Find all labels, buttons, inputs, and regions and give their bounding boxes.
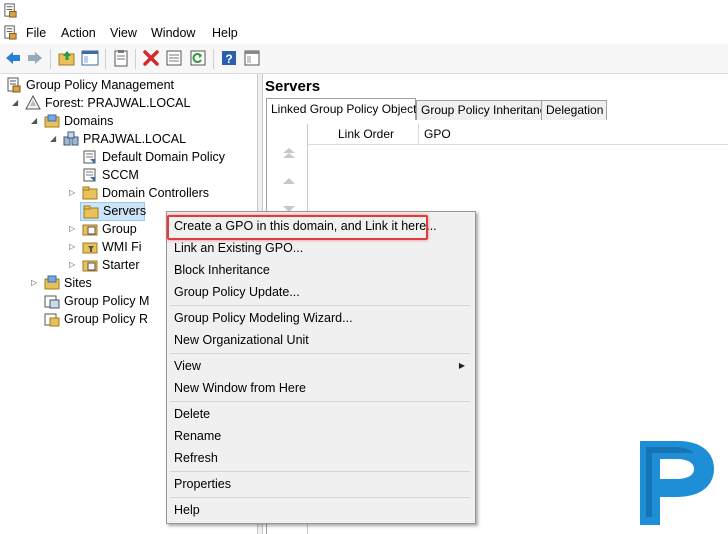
toolbar-separator — [213, 49, 214, 69]
tree-label: Domain Controllers — [102, 186, 209, 200]
collapse-arrow-icon[interactable]: ▷ — [69, 256, 75, 274]
system-menu-icon[interactable] — [3, 25, 18, 40]
menu-item-new-ou[interactable]: New Organizational Unit — [174, 330, 309, 350]
console-icon[interactable] — [243, 49, 261, 67]
toolbar-separator — [105, 49, 106, 69]
menu-bar: File Action View Window Help — [0, 22, 728, 44]
gp-results-icon — [44, 313, 60, 327]
tree-label: Forest: PRAJWAL.LOCAL — [45, 96, 191, 110]
menu-item-delete[interactable]: Delete — [174, 404, 210, 424]
clipboard-icon[interactable] — [112, 49, 130, 67]
gpo-link-icon — [83, 150, 96, 164]
menu-item-link-existing-gpo[interactable]: Link an Existing GPO... — [174, 238, 303, 258]
app-icon — [4, 3, 17, 18]
menu-action[interactable]: Action — [61, 26, 96, 40]
tree-label: Sites — [64, 276, 92, 290]
title-bar — [0, 0, 728, 22]
menu-item-refresh[interactable]: Refresh — [174, 448, 218, 468]
collapse-arrow-icon[interactable]: ▷ — [69, 220, 75, 238]
back-icon[interactable] — [4, 49, 22, 67]
column-gpo[interactable]: GPO — [424, 127, 451, 141]
collapse-arrow-icon[interactable]: ▷ — [69, 184, 75, 202]
column-divider[interactable] — [418, 124, 419, 144]
toolbar-separator — [135, 49, 136, 69]
sites-icon — [44, 275, 60, 290]
show-hide-tree-icon[interactable] — [81, 49, 99, 67]
tab-delegation[interactable]: Delegation — [541, 100, 607, 120]
menu-view[interactable]: View — [110, 26, 137, 40]
ou-folder-icon — [82, 186, 98, 200]
menu-window[interactable]: Window — [151, 26, 195, 40]
menu-separator — [170, 353, 470, 354]
menu-separator — [170, 497, 470, 498]
move-up-icon[interactable] — [281, 174, 297, 188]
gpo-folder-icon — [82, 224, 98, 236]
gpo-link-icon — [83, 168, 96, 182]
grid-header: Link Order GPO — [308, 124, 728, 145]
tree-label: Servers — [103, 204, 147, 218]
tree-label: Group Policy R — [64, 312, 149, 326]
expand-arrow-icon[interactable]: ◢ — [31, 112, 37, 130]
menu-item-gp-modeling-wizard[interactable]: Group Policy Modeling Wizard... — [174, 308, 353, 328]
wmi-folder-icon — [82, 242, 98, 254]
tree-label: SCCM — [102, 168, 139, 182]
gp-modeling-icon — [44, 295, 60, 309]
ou-folder-icon — [83, 205, 99, 219]
help-icon[interactable]: ? — [220, 49, 238, 67]
menu-separator — [170, 401, 470, 402]
menu-item-block-inheritance[interactable]: Block Inheritance — [174, 260, 270, 280]
tree-label: WMI Fi — [102, 240, 142, 254]
move-top-icon[interactable] — [281, 146, 297, 160]
svg-text:?: ? — [225, 52, 232, 66]
delete-icon[interactable] — [142, 49, 160, 67]
domains-folder-icon — [44, 114, 60, 128]
brand-logo-icon — [640, 441, 714, 525]
tab-gp-inheritance[interactable]: Group Policy Inheritance — [416, 100, 552, 120]
tree-label: Domains — [64, 114, 114, 128]
menu-separator — [170, 471, 470, 472]
starter-gpo-folder-icon — [82, 260, 98, 272]
tree-label: PRAJWAL.LOCAL — [83, 132, 187, 146]
collapse-arrow-icon[interactable]: ▷ — [69, 238, 75, 256]
expand-arrow-icon[interactable]: ◢ — [12, 94, 18, 112]
tree-node-servers[interactable]: Servers — [80, 202, 147, 221]
menu-file[interactable]: File — [26, 26, 46, 40]
tree-label: Group Policy Management — [26, 78, 174, 92]
collapse-arrow-icon[interactable]: ▷ — [31, 274, 37, 292]
tree-label: Group Policy M — [64, 294, 150, 308]
highlight-box — [167, 215, 428, 240]
tree-label: Default Domain Policy — [102, 150, 225, 164]
column-link-order[interactable]: Link Order — [338, 127, 394, 141]
menu-item-gp-update[interactable]: Group Policy Update... — [174, 282, 300, 302]
menu-item-help[interactable]: Help — [174, 500, 200, 520]
menu-help[interactable]: Help — [212, 26, 238, 40]
menu-item-rename[interactable]: Rename — [174, 426, 221, 446]
expand-arrow-icon[interactable]: ◢ — [50, 130, 56, 148]
menu-separator — [170, 305, 470, 306]
menu-item-view[interactable]: View — [174, 356, 201, 376]
tree-label: Group — [102, 222, 137, 236]
tree-label: Starter — [102, 258, 140, 272]
forest-icon — [25, 95, 41, 110]
properties-icon[interactable] — [165, 49, 183, 67]
menu-item-new-window[interactable]: New Window from Here — [174, 378, 306, 398]
tab-strip: Linked Group Policy Objects Group Policy… — [266, 98, 728, 121]
gpm-icon — [7, 77, 21, 93]
toolbar: ? — [0, 44, 728, 74]
page-title: Servers — [265, 78, 321, 95]
toolbar-separator — [50, 49, 51, 69]
menu-item-properties[interactable]: Properties — [174, 474, 231, 494]
up-folder-icon[interactable] — [58, 49, 76, 67]
refresh-icon[interactable] — [189, 49, 207, 67]
submenu-arrow-icon: ▶ — [458, 361, 465, 370]
context-menu: Create a GPO in this domain, and Link it… — [166, 211, 476, 524]
forward-icon[interactable] — [26, 49, 44, 67]
domain-icon — [63, 131, 79, 146]
tab-linked-gpos[interactable]: Linked Group Policy Objects — [266, 98, 422, 121]
